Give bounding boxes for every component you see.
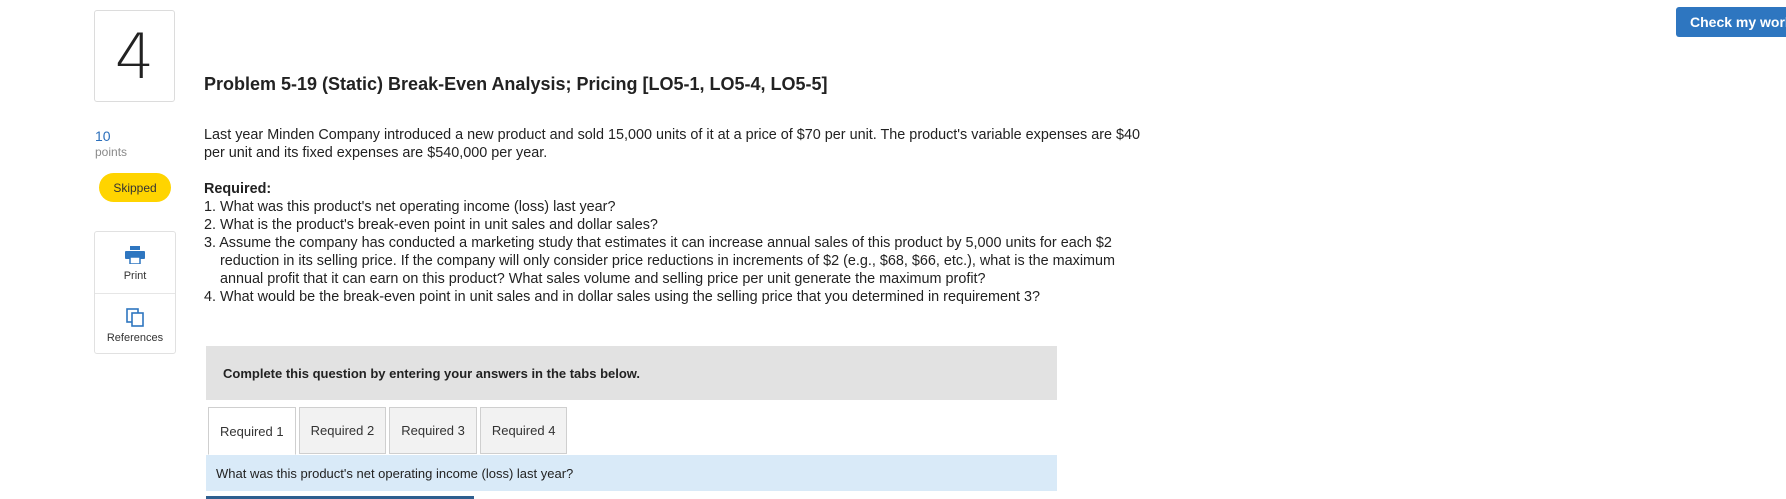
references-button[interactable]: References: [95, 293, 175, 355]
printer-icon: [125, 244, 145, 266]
required-heading: Required:: [204, 181, 272, 197]
tab-required-3[interactable]: Required 3: [389, 407, 477, 454]
tab-required-1[interactable]: Required 1: [208, 407, 296, 455]
problem-title: Problem 5-19 (Static) Break-Even Analysi…: [204, 74, 828, 94]
points-value: 10: [95, 128, 111, 144]
tab-question-prompt: What was this product's net operating in…: [206, 455, 1057, 491]
check-my-work-button[interactable]: Check my work: [1676, 7, 1786, 37]
points-label: points: [95, 145, 128, 159]
points-indicator: 10 points: [95, 128, 127, 160]
requirement-item: 3. Assume the company has conducted a ma…: [204, 235, 1116, 287]
problem-content: Last year Minden Company introduced a ne…: [204, 126, 1144, 306]
print-button[interactable]: Print: [95, 232, 175, 293]
question-number: 4: [94, 10, 175, 102]
question-tools: Print References: [94, 231, 176, 354]
requirement-item: 1. What was this product's net operating…: [204, 199, 616, 215]
instruction-banner: Complete this question by entering your …: [206, 346, 1057, 400]
tab-required-4[interactable]: Required 4: [479, 407, 568, 454]
requirement-tabs: Required 1 Required 2 Required 3 Require…: [208, 407, 570, 455]
tab-required-2[interactable]: Required 2: [298, 407, 387, 454]
requirement-item: 4. What would be the break-even point in…: [204, 289, 1040, 305]
references-label: References: [106, 331, 164, 344]
status-badge: Skipped: [99, 173, 171, 202]
problem-intro: Last year Minden Company introduced a ne…: [204, 127, 1141, 161]
print-label: Print: [123, 269, 147, 282]
copy-pages-icon: [125, 306, 145, 328]
requirement-item: 2. What is the product's break-even poin…: [204, 217, 658, 233]
